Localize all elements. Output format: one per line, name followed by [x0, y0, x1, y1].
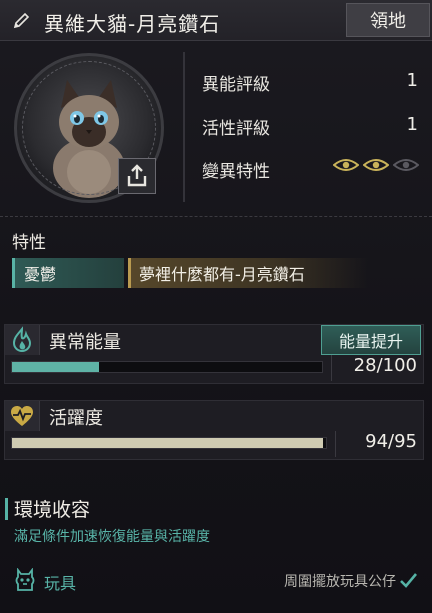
heart-pulse-icon	[11, 406, 33, 426]
activity-rating-label: 活性評級	[202, 119, 270, 139]
territory-button[interactable]: 領地	[346, 3, 430, 37]
trait-tag[interactable]: 憂鬱	[12, 258, 124, 288]
environment-accent-bar	[5, 498, 8, 520]
energy-boost-button[interactable]: 能量提升	[321, 325, 421, 355]
activity-rating-value: 1	[406, 114, 418, 135]
toy-icon	[15, 568, 35, 591]
activity-label: 活躍度	[49, 408, 103, 429]
activity-value: 94/95	[365, 431, 417, 452]
energy-panel: 異常能量 能量提升 28/100	[4, 324, 424, 384]
eye-icon	[393, 159, 419, 171]
stats-divider	[183, 52, 185, 202]
header-bar: 異維大貓-月亮鑽石 領地	[0, 0, 432, 41]
ability-rating-value: 1	[406, 70, 418, 91]
flame-icon	[12, 326, 32, 353]
value-separator	[331, 355, 332, 381]
energy-progress-fill	[12, 362, 99, 372]
pet-detail-panel: 異維大貓-月亮鑽石 領地 異能評級 1 活性評級 1 變異特性 特性 憂鬱 夢裡…	[0, 0, 432, 613]
toy-condition: 周圍擺放玩具公仔	[284, 574, 396, 590]
activity-progress-fill	[12, 438, 323, 448]
share-button[interactable]	[118, 158, 156, 194]
heart-icon-box	[5, 401, 40, 431]
eye-icon	[333, 159, 359, 171]
value-separator	[335, 431, 336, 457]
eye-icon	[363, 159, 389, 171]
environment-title: 環境收容	[14, 499, 91, 521]
energy-label: 異常能量	[49, 332, 121, 353]
mutation-trait-label: 變異特性	[202, 162, 270, 182]
trait-tag[interactable]: 夢裡什麼都有-月亮鑽石	[128, 258, 368, 288]
check-icon	[400, 573, 417, 588]
share-icon	[127, 164, 147, 187]
energy-value: 28/100	[353, 355, 417, 376]
section-divider	[0, 216, 432, 217]
activity-panel: 活躍度 94/95	[4, 400, 424, 460]
pet-name-title: 異維大貓-月亮鑽石	[44, 12, 221, 36]
energy-progress-bar	[11, 361, 323, 373]
toy-label: 玩具	[44, 574, 77, 593]
ability-rating-label: 異能評級	[202, 75, 270, 95]
pencil-icon[interactable]	[12, 10, 32, 30]
traits-title: 特性	[12, 233, 46, 253]
environment-description: 滿足條件加速恢復能量與活躍度	[14, 529, 210, 545]
activity-progress-bar	[11, 437, 327, 449]
flame-icon-box	[5, 325, 40, 355]
